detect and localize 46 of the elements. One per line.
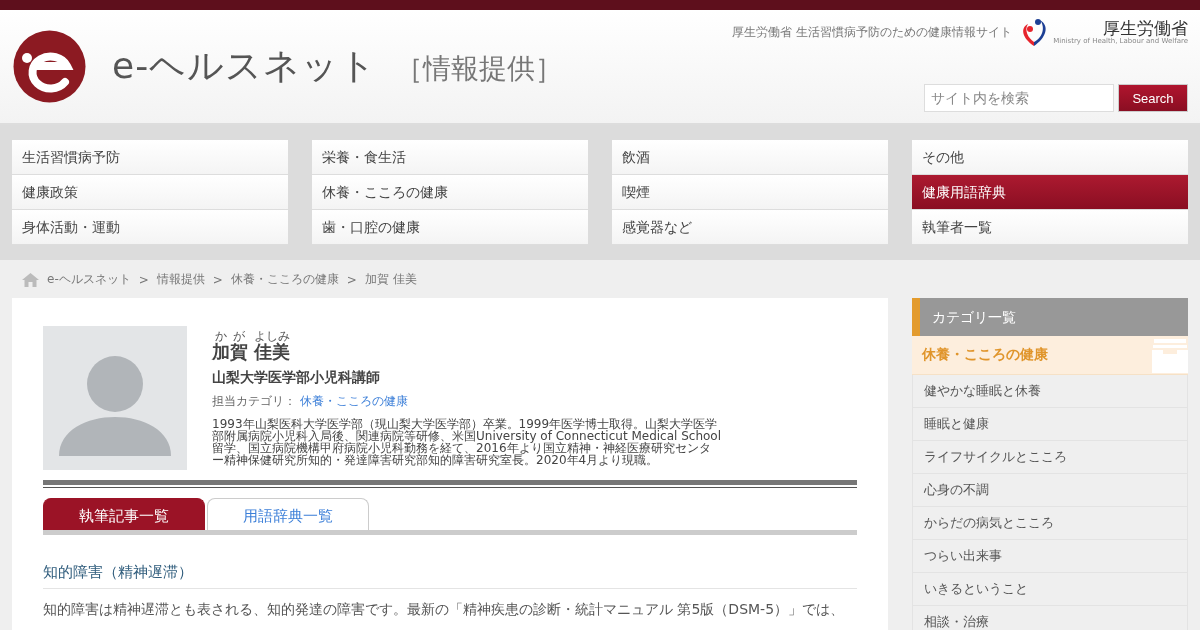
avatar-placeholder-icon (43, 326, 187, 470)
nav-item[interactable]: 健康政策 (12, 175, 288, 210)
nav-item[interactable]: 栄養・食生活 (312, 140, 588, 175)
search-button[interactable]: Search (1118, 84, 1188, 112)
sidebar-item[interactable]: つらい出来事 (912, 540, 1188, 573)
sidebar-item[interactable]: いきるということ (912, 573, 1188, 606)
author-biography: 1993年山梨医科大学医学部（現山梨大学医学部）卒業。1999年医学博士取得。山梨大学医学部附属病院小児科入局後、関連病院等研修、米国University of Connecticut Medical School留学、国立病院機構甲府病院小児科勤務を経て、2016年より国立精神・神経医療研究センター精神保健研究所知的・発達障害研究部知的障害研究室長。2020年4月より現職。 (212, 418, 722, 466)
tab[interactable]: 執筆記事一覧 (43, 498, 205, 530)
author-affiliation: 山梨大学医学部小児科講師 (212, 369, 381, 387)
site-logo[interactable] (13, 30, 86, 103)
breadcrumb-link[interactable]: e-ヘルスネット (47, 271, 131, 288)
ministry-name: 厚生労働省 (1103, 18, 1188, 38)
breadcrumb-separator: > (138, 272, 149, 287)
nav-item[interactable]: 執筆者一覧 (912, 210, 1188, 245)
site-name: e-ヘルスネット (112, 45, 378, 86)
sidebar-item[interactable]: 相談・治療 (912, 606, 1188, 630)
tab[interactable]: 用語辞典一覧 (207, 498, 369, 530)
category-link[interactable]: 休養・こころの健康 (300, 394, 408, 408)
nav-item[interactable]: その他 (912, 140, 1188, 175)
breadcrumb-link[interactable]: 休養・こころの健康 (230, 271, 339, 288)
sidebar-heading: カテゴリ一覧 (912, 298, 1188, 336)
drawer-icon (1152, 337, 1188, 373)
article-text: 知的障害は精神遅滞とも表される、知的発達の障害です。最新の「精神疾患の診断・統計マニュアル 第5版（DSM-5）」では、 (43, 600, 846, 619)
sidebar-item[interactable]: 健やかな睡眠と休養 (912, 375, 1188, 408)
nav-item[interactable]: 健康用語辞典 (912, 175, 1188, 210)
nav-item[interactable]: 飲酒 (612, 140, 888, 175)
nav-item[interactable]: 感覚器など (612, 210, 888, 245)
category-label: 担当カテゴリ： (212, 394, 296, 408)
breadcrumb-current: 加賀 佳美 (364, 271, 417, 288)
sidebar-item[interactable]: からだの病気とこころ (912, 507, 1188, 540)
sidebar-item[interactable]: 心身の不調 (912, 474, 1188, 507)
author-name: 加賀 かが 佳美 よしみ (212, 330, 292, 361)
nav-item[interactable]: 身体活動・運動 (12, 210, 288, 245)
nav-item[interactable]: 喫煙 (612, 175, 888, 210)
section-label: ［情報提供］ (395, 52, 564, 85)
sidebar-item[interactable]: 睡眠と健康 (912, 408, 1188, 441)
sidebar-item[interactable]: ライフサイクルとこころ (912, 441, 1188, 474)
nav-item[interactable]: 生活習慣病予防 (12, 140, 288, 175)
article-title[interactable]: 知的障害（精神遅滞） (43, 563, 857, 589)
search-field[interactable]: サイト内を検索 (924, 84, 1114, 112)
breadcrumb-separator: > (346, 272, 357, 287)
site-tagline: 厚生労働省 生活習慣病予防のための健康情報サイト (732, 23, 1013, 41)
breadcrumb-link[interactable]: 情報提供 (156, 271, 205, 288)
breadcrumb-separator: > (212, 272, 223, 287)
nav-item[interactable]: 休養・こころの健康 (312, 175, 588, 210)
nav-item[interactable]: 歯・口腔の健康 (312, 210, 588, 245)
